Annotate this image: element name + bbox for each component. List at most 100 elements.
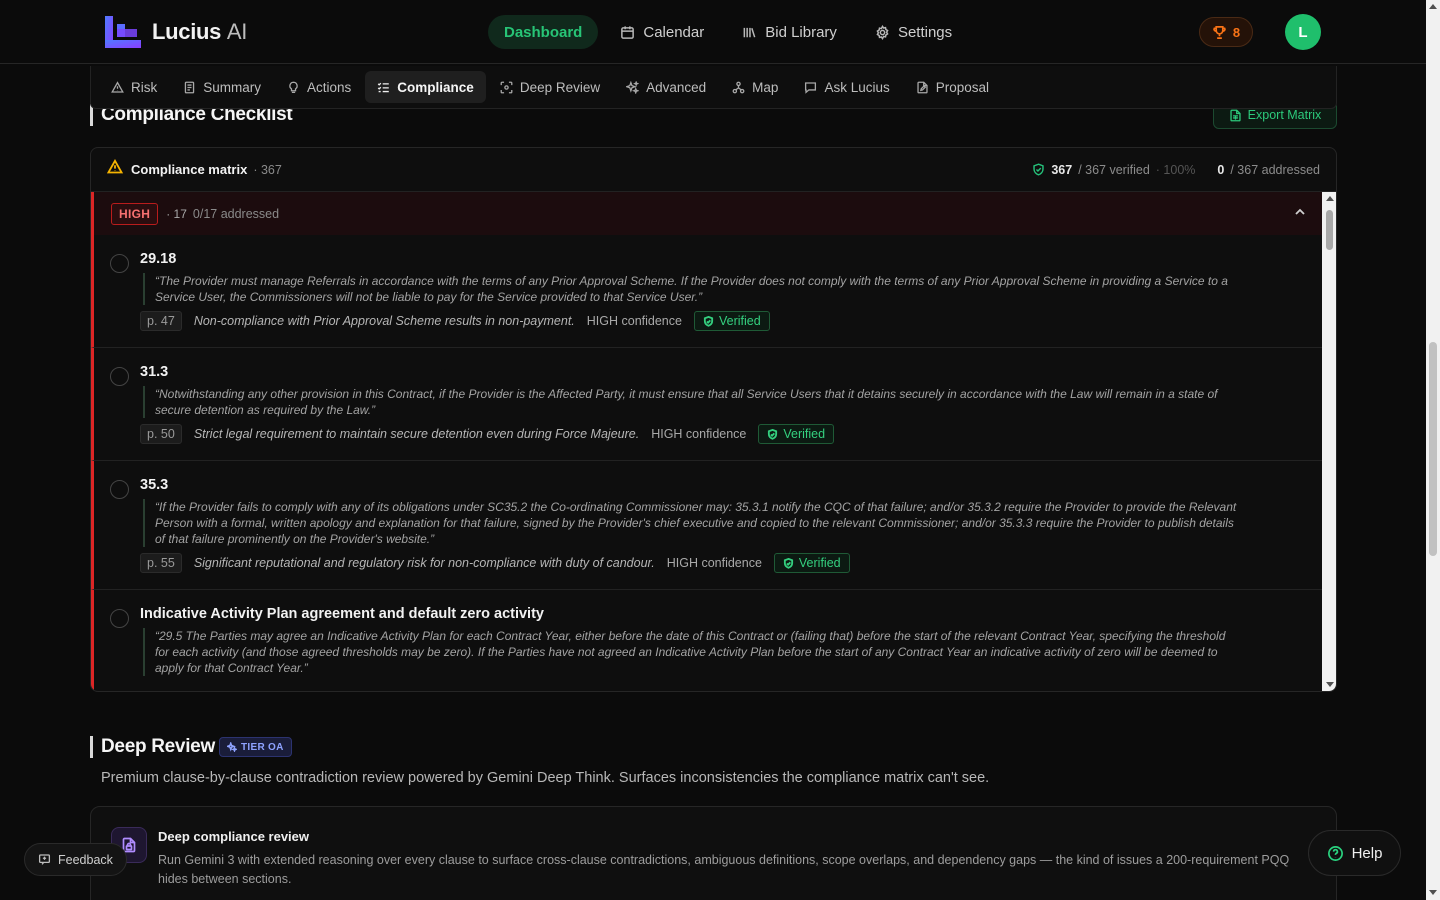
verified-badge: Verified (693, 311, 770, 331)
requirement-quote: “The Provider must manage Referrals in a… (143, 273, 1242, 305)
nav-dashboard[interactable]: Dashboard (488, 15, 599, 49)
tab-risk[interactable]: Risk (99, 71, 169, 103)
brand-suffix: AI (226, 19, 248, 44)
address-checkbox[interactable] (110, 367, 129, 386)
scroll-thumb[interactable] (1326, 210, 1333, 250)
risk-note: Significant reputational and regulatory … (193, 556, 655, 570)
deep-review-section-title: Deep Review (90, 736, 215, 758)
nav-settings[interactable]: Settings (859, 15, 968, 49)
verified-total: / 367 verified (1078, 162, 1150, 177)
verified-label: Verified (718, 314, 761, 328)
scroll-up-arrow-icon[interactable] (1429, 4, 1437, 9)
brand-name: Lucius AI (152, 19, 247, 45)
deep-review-card-title: Deep compliance review (158, 829, 310, 844)
requirement-meta: p. 47 Non-compliance with Prior Approval… (140, 311, 1242, 331)
checklist-icon (378, 82, 390, 92)
address-checkbox[interactable] (110, 254, 129, 273)
spreadsheet-icon (1230, 109, 1241, 121)
help-circle-icon (1327, 845, 1343, 861)
verified-badge: Verified (773, 553, 850, 573)
help-button[interactable]: Help (1308, 830, 1401, 876)
deep-review-card[interactable]: Deep compliance review Run Gemini 3 with… (90, 806, 1337, 900)
page-scroll-thumb[interactable] (1429, 342, 1437, 556)
nav-bid-library[interactable]: Bid Library (726, 15, 853, 49)
tier-badge: TIER OA (219, 737, 292, 757)
gear-icon (876, 24, 889, 40)
tab-deep-review-label: Deep Review (519, 79, 601, 95)
top-bar: Lucius AI Dashboard Calendar Bid Library… (0, 0, 1426, 64)
tab-summary[interactable]: Summary (171, 71, 273, 103)
achievements-button[interactable]: 8 (1199, 17, 1253, 47)
help-label: Help (1351, 844, 1383, 862)
shield-check-icon (703, 315, 714, 327)
lightbulb-icon (289, 81, 298, 93)
nav-calendar[interactable]: Calendar (604, 15, 720, 49)
matrix-count: · 367 (253, 162, 282, 177)
matrix-scrollbar[interactable] (1322, 192, 1336, 691)
high-group-header[interactable]: HIGH · 17 0/17 addressed (91, 192, 1322, 235)
confidence-label: HIGH confidence (666, 556, 762, 570)
tab-advanced[interactable]: Advanced (614, 71, 718, 103)
tab-risk-label: Risk (131, 79, 158, 95)
tab-deep-review[interactable]: Deep Review (488, 71, 612, 103)
requirement-item: 31.3 “Notwithstanding any other provisio… (91, 348, 1322, 461)
trophy-icon (1213, 25, 1226, 39)
calendar-icon (621, 25, 635, 39)
warning-icon (111, 80, 124, 93)
address-checkbox[interactable] (110, 609, 129, 628)
page-ref[interactable]: p. 47 (140, 311, 182, 331)
page-scrollbar[interactable] (1426, 0, 1440, 900)
scroll-down-arrow-icon[interactable] (1326, 682, 1334, 687)
tab-proposal[interactable]: Proposal (904, 71, 1001, 103)
risk-note: Strict legal requirement to maintain sec… (193, 427, 640, 441)
verified-label: Verified (783, 427, 826, 441)
group-addressed: 0/17 addressed (192, 206, 280, 221)
high-priority-group: HIGH · 17 0/17 addressed 29.18 “The Prov… (91, 192, 1322, 691)
tab-compliance-label: Compliance (397, 79, 474, 95)
library-icon (743, 27, 756, 37)
compliance-matrix-card: Compliance matrix · 367 367 / 367 verifi… (90, 147, 1337, 692)
address-checkbox[interactable] (110, 480, 129, 499)
tab-compliance[interactable]: Compliance (365, 71, 486, 103)
verified-label: Verified (798, 556, 841, 570)
document-icon (185, 81, 195, 93)
risk-note: Non-compliance with Prior Approval Schem… (193, 314, 575, 328)
sparkles-icon (227, 742, 237, 752)
requirement-meta: p. 50 Strict legal requirement to mainta… (140, 424, 1242, 444)
tab-map[interactable]: Map (720, 71, 790, 103)
requirement-meta: p. 55 Significant reputational and regul… (140, 553, 1242, 573)
network-icon (732, 81, 745, 93)
brand[interactable]: Lucius AI (104, 14, 247, 50)
requirement-ref: 35.3 (140, 477, 169, 493)
nav-settings-label: Settings (897, 23, 953, 41)
scan-icon (500, 81, 513, 93)
deep-review-description: Premium clause-by-clause contradiction r… (101, 770, 990, 786)
matrix-title: Compliance matrix (131, 162, 248, 177)
page-ref[interactable]: p. 50 (140, 424, 182, 444)
user-avatar[interactable]: L (1285, 14, 1321, 50)
group-count: · 17 (166, 206, 187, 221)
addressed-total: / 367 addressed (1230, 162, 1320, 177)
deep-review-card-description: Run Gemini 3 with extended reasoning ove… (158, 853, 1290, 886)
tab-actions-label: Actions (307, 79, 352, 95)
addressed-count: 0 (1217, 162, 1225, 177)
page-ref[interactable]: p. 55 (140, 553, 182, 573)
tab-ask-lucius[interactable]: Ask Lucius (792, 71, 901, 103)
requirement-item: Indicative Activity Plan agreement and d… (91, 590, 1322, 691)
requirement-ref: Indicative Activity Plan agreement and d… (140, 606, 544, 622)
feedback-button[interactable]: Feedback (24, 843, 127, 876)
brand-name-text: Lucius (152, 19, 222, 44)
confidence-label: HIGH confidence (651, 427, 747, 441)
sparkles-icon (626, 80, 640, 94)
requirement-quote: “29.5 The Parties may agree an Indicativ… (143, 628, 1242, 676)
tab-actions[interactable]: Actions (275, 71, 363, 103)
chevron-up-icon[interactable] (1294, 205, 1306, 223)
nav-calendar-label: Calendar (643, 23, 705, 41)
confidence-label: HIGH confidence (586, 314, 682, 328)
feedback-label: Feedback (58, 852, 113, 867)
requirement-ref: 29.18 (140, 251, 177, 267)
matrix-stats: 367 / 367 verified · 100% 0 / 367 addres… (1032, 163, 1320, 177)
scroll-up-arrow-icon[interactable] (1326, 196, 1334, 201)
chat-icon (805, 81, 817, 94)
scroll-down-arrow-icon[interactable] (1429, 890, 1437, 895)
